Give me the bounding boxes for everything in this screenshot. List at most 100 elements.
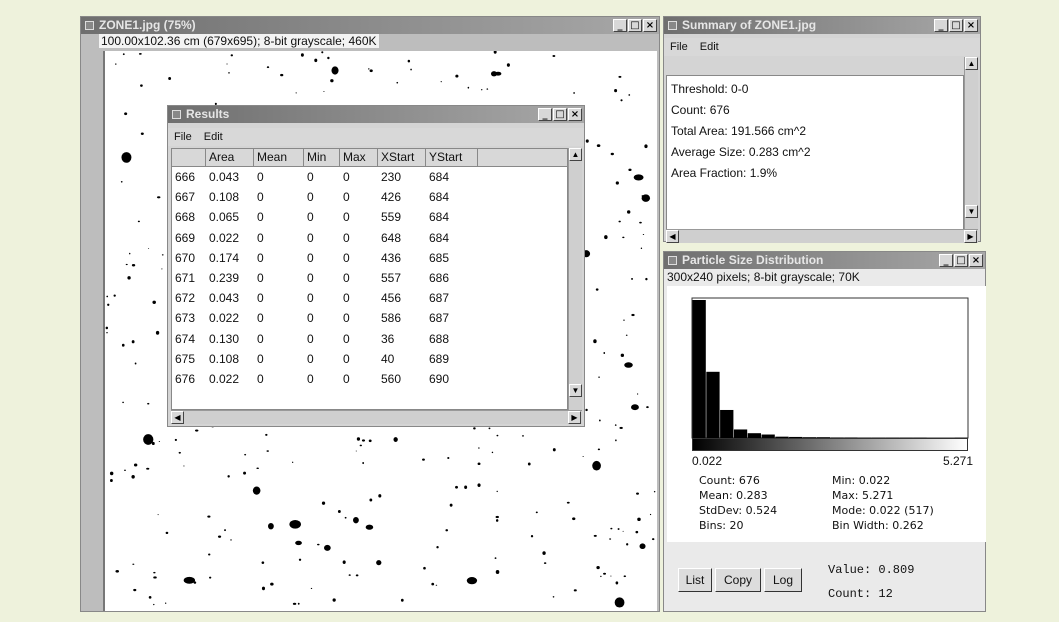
particle bbox=[151, 441, 155, 446]
column-header[interactable]: Mean bbox=[254, 149, 304, 166]
minimize-button[interactable]: _ bbox=[939, 254, 953, 267]
maximize-button[interactable]: □ bbox=[954, 254, 968, 267]
results-hscroll[interactable]: ◀ ▶ bbox=[171, 410, 582, 424]
table-cell: 0 bbox=[307, 210, 314, 225]
close-button[interactable]: × bbox=[969, 254, 983, 267]
table-row[interactable]: 672 0.043 0 0 0 456 687 bbox=[172, 288, 567, 308]
minimize-button[interactable]: _ bbox=[538, 108, 552, 121]
table-cell: 648 bbox=[381, 230, 402, 245]
menu-file[interactable]: File bbox=[174, 131, 192, 143]
column-header[interactable]: XStart bbox=[378, 149, 426, 166]
scroll-down-icon[interactable]: ▼ bbox=[965, 205, 978, 218]
column-header[interactable]: Min bbox=[304, 149, 340, 166]
menu-edit[interactable]: Edit bbox=[700, 41, 719, 53]
table-row[interactable]: 673 0.022 0 0 0 586 687 bbox=[172, 308, 567, 328]
histogram-chart[interactable] bbox=[667, 286, 986, 456]
particle bbox=[466, 577, 478, 585]
particle bbox=[604, 235, 608, 240]
scroll-up-icon[interactable]: ▲ bbox=[569, 148, 582, 161]
summary-titlebar[interactable]: Summary of ZONE1.jpg bbox=[664, 17, 980, 34]
particle bbox=[155, 330, 160, 335]
particle bbox=[543, 562, 547, 565]
summary-hscroll[interactable]: ◀ ▶ bbox=[666, 229, 978, 243]
particle bbox=[256, 467, 259, 470]
list-button[interactable]: List bbox=[678, 568, 712, 592]
stat-bins: Bins: 20 bbox=[699, 519, 744, 532]
histogram-frame bbox=[691, 297, 969, 439]
table-row[interactable]: 671 0.239 0 0 0 557 686 bbox=[172, 268, 567, 288]
close-button[interactable]: × bbox=[964, 19, 978, 32]
close-button[interactable]: × bbox=[568, 108, 582, 121]
particle bbox=[165, 602, 167, 604]
scroll-up-icon[interactable]: ▲ bbox=[965, 57, 978, 70]
particle bbox=[292, 461, 294, 464]
table-cell: 690 bbox=[429, 371, 450, 386]
copy-button[interactable]: Copy bbox=[715, 568, 761, 592]
image-window-titlebar[interactable]: ZONE1.jpg (75%) bbox=[81, 17, 659, 34]
column-header[interactable]: Max bbox=[340, 149, 378, 166]
particle bbox=[552, 596, 555, 598]
results-titlebar[interactable]: Results bbox=[168, 106, 584, 123]
particle bbox=[355, 574, 359, 577]
results-vscroll[interactable]: ▲ ▼ bbox=[568, 148, 582, 410]
table-row[interactable]: 667 0.108 0 0 0 426 684 bbox=[172, 187, 567, 207]
histogram-titlebar[interactable]: Particle Size Distribution bbox=[664, 252, 985, 269]
maximize-button[interactable]: □ bbox=[553, 108, 567, 121]
table-row[interactable]: 675 0.108 0 0 0 40 689 bbox=[172, 349, 567, 369]
scroll-right-icon[interactable]: ▶ bbox=[568, 411, 581, 424]
stat-mean: Mean: 0.283 bbox=[699, 489, 768, 502]
particle bbox=[620, 99, 623, 102]
table-row[interactable]: 676 0.022 0 0 0 560 690 bbox=[172, 369, 567, 389]
column-header[interactable]: Area bbox=[206, 149, 254, 166]
x-max-label: 5.271 bbox=[943, 454, 974, 468]
minimize-button[interactable]: _ bbox=[613, 19, 627, 32]
particle bbox=[344, 516, 347, 519]
table-cell: 673 bbox=[175, 311, 196, 326]
table-cell: 689 bbox=[429, 351, 450, 366]
particle bbox=[639, 543, 646, 550]
particle bbox=[153, 571, 156, 574]
scroll-left-icon[interactable]: ◀ bbox=[171, 411, 184, 424]
close-button[interactable]: × bbox=[643, 19, 657, 32]
table-cell: 0 bbox=[257, 371, 264, 386]
scroll-right-icon[interactable]: ▶ bbox=[964, 230, 977, 243]
table-row[interactable]: 666 0.043 0 0 0 230 684 bbox=[172, 167, 567, 187]
particle bbox=[596, 566, 600, 570]
particle bbox=[122, 401, 124, 404]
table-cell: 560 bbox=[381, 371, 402, 386]
scroll-down-icon[interactable]: ▼ bbox=[569, 384, 582, 397]
table-cell: 0 bbox=[257, 270, 264, 285]
summary-vscroll[interactable]: ▲ ▼ bbox=[964, 57, 978, 231]
log-button[interactable]: Log bbox=[764, 568, 802, 592]
table-cell: 0 bbox=[307, 351, 314, 366]
particle bbox=[327, 56, 330, 60]
particle bbox=[447, 457, 450, 460]
particle bbox=[131, 264, 136, 267]
menu-edit[interactable]: Edit bbox=[204, 131, 223, 143]
results-table: Area Mean Min Max XStart YStart 666 0.043… bbox=[171, 148, 568, 410]
column-header[interactable] bbox=[172, 149, 206, 166]
particle bbox=[121, 343, 125, 347]
particle bbox=[527, 462, 531, 466]
particle bbox=[585, 408, 588, 412]
particle bbox=[572, 517, 576, 521]
column-header[interactable]: YStart bbox=[426, 149, 478, 166]
menu-file[interactable]: File bbox=[670, 41, 688, 53]
table-row[interactable]: 668 0.065 0 0 0 559 684 bbox=[172, 207, 567, 227]
particle bbox=[168, 76, 172, 80]
particle bbox=[631, 404, 639, 411]
maximize-button[interactable]: □ bbox=[628, 19, 642, 32]
particle bbox=[639, 176, 642, 178]
particle bbox=[107, 303, 110, 307]
table-row[interactable]: 670 0.174 0 0 0 436 685 bbox=[172, 248, 567, 268]
table-row[interactable]: 669 0.022 0 0 0 648 684 bbox=[172, 228, 567, 248]
maximize-button[interactable]: □ bbox=[949, 19, 963, 32]
scroll-left-icon[interactable]: ◀ bbox=[666, 230, 679, 243]
particle bbox=[407, 59, 411, 63]
particle bbox=[552, 448, 556, 452]
table-cell: 0 bbox=[343, 190, 350, 205]
table-cell: 0.022 bbox=[209, 311, 240, 326]
minimize-button[interactable]: _ bbox=[934, 19, 948, 32]
table-row[interactable]: 674 0.130 0 0 0 36 688 bbox=[172, 329, 567, 349]
window-icon bbox=[85, 21, 94, 30]
